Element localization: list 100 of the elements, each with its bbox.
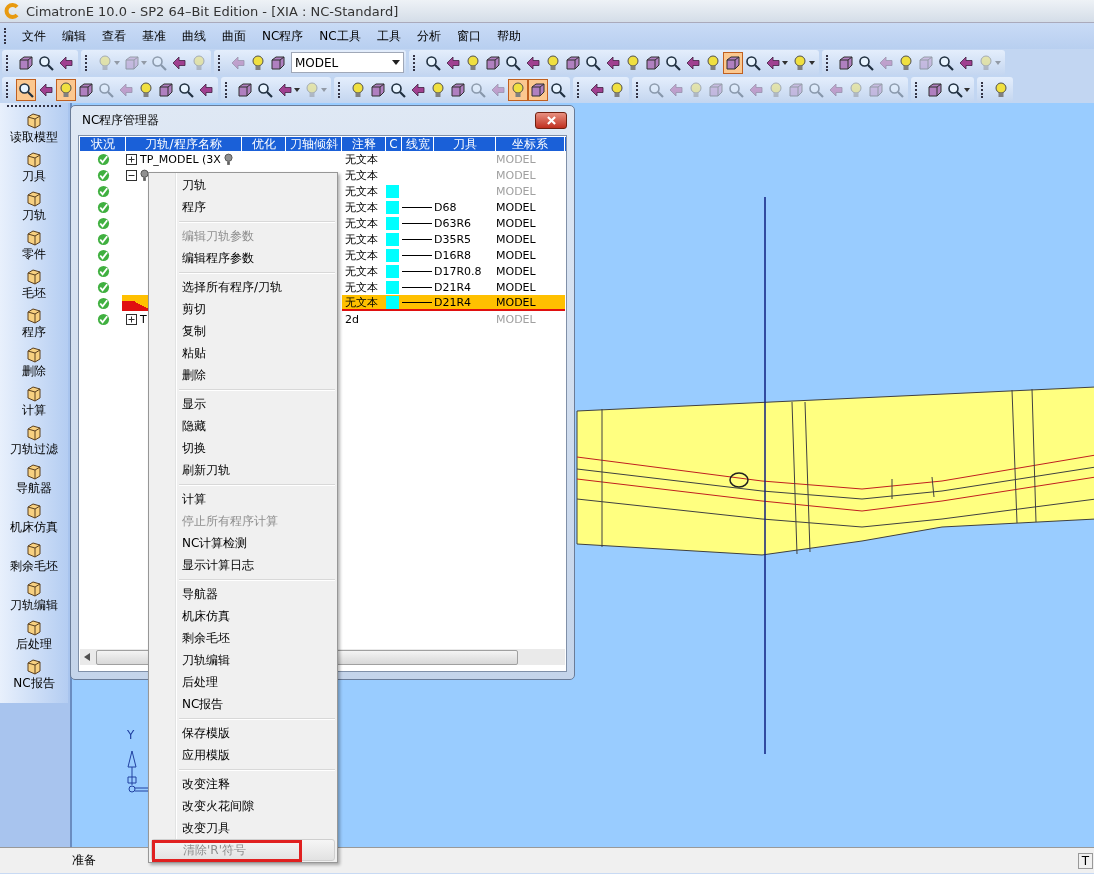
plus-box-icon[interactable] (126, 153, 137, 165)
sidebar-button[interactable]: 删除 (22, 347, 46, 386)
column-header[interactable]: 状况 (80, 137, 126, 151)
toolbar-button[interactable] (528, 78, 548, 101)
menu-item[interactable]: 改变注释 (151, 773, 335, 795)
menu-item[interactable]: 保存模版 (151, 722, 335, 744)
plus-box-icon[interactable] (126, 313, 137, 325)
minus-box-icon[interactable] (126, 169, 137, 181)
toolbar-button[interactable] (16, 78, 36, 101)
tree-row[interactable]: 无文本 D21R4 MODEL (342, 279, 565, 295)
menu-item[interactable]: 剩余毛坯 (151, 627, 335, 649)
column-header[interactable]: C (386, 137, 402, 151)
bulb-icon (792, 54, 808, 71)
tree-row[interactable]: 无文本 D16R8 MODEL (342, 247, 565, 263)
bulb-icon (768, 81, 784, 98)
cube-icon (124, 54, 140, 71)
menu-item[interactable]: NC报告 (151, 693, 335, 715)
menu-item[interactable]: 基准 (134, 27, 174, 45)
menu-item[interactable]: NC工具 (311, 27, 369, 45)
check-icon (96, 200, 110, 214)
menu-item[interactable]: 改变火花间隙 (151, 795, 335, 817)
tree-row[interactable]: 无文本 D68 MODEL (342, 199, 565, 215)
cube-icon (78, 81, 94, 98)
menu-item[interactable]: 窗口 (448, 27, 489, 45)
tree-row[interactable]: 2d MODEL (342, 311, 565, 327)
menu-item[interactable]: 删除 (151, 364, 335, 386)
sidebar-button[interactable]: 机床仿真 (10, 503, 58, 542)
menu-item[interactable]: 刀轨编辑 (151, 649, 335, 671)
menu-item[interactable]: 程序 (151, 196, 335, 218)
menu-item[interactable]: 隐藏 (151, 415, 335, 437)
menu-item[interactable]: NC程序 (254, 27, 312, 45)
menu-item[interactable]: 显示计算日志 (151, 554, 335, 576)
menu-item[interactable]: 工具 (368, 27, 409, 45)
box-icon (26, 308, 42, 324)
menu-item[interactable]: 查看 (94, 27, 134, 45)
bulb-icon (304, 81, 320, 98)
sidebar-button[interactable]: 刀轨编辑 (10, 581, 58, 620)
menu-item[interactable]: 应用模版 (151, 744, 335, 766)
menu-item[interactable]: 曲面 (214, 27, 254, 45)
coordinate-system: MODEL (496, 168, 536, 182)
menu-item[interactable]: 复制 (151, 320, 335, 342)
tree-row[interactable]: 无文本 MODEL (342, 167, 565, 183)
menu-item[interactable]: 刀轨 (151, 174, 335, 196)
tree-row[interactable]: 无文本 D35R5 MODEL (342, 231, 565, 247)
column-header[interactable]: 刀具 (434, 137, 496, 151)
menu-item[interactable]: 编辑 (54, 27, 94, 45)
sidebar-button[interactable]: 读取模型 (10, 113, 58, 152)
tree-row[interactable]: 无文本 D21R4 MODEL (342, 295, 565, 311)
column-header[interactable]: 优化 (242, 137, 286, 151)
menu-item[interactable]: 文件 (14, 27, 54, 45)
column-header[interactable]: 坐标系 (496, 137, 565, 151)
arrow-icon (410, 81, 426, 98)
menu-item[interactable]: 刷新刀轨 (151, 459, 335, 481)
column-header[interactable]: 刀轴倾斜 (286, 137, 342, 151)
menu-item[interactable]: 后处理 (151, 671, 335, 693)
toolbar-button[interactable] (723, 51, 743, 74)
logo-icon (4, 3, 20, 19)
sidebar-button[interactable]: 刀具 (22, 152, 46, 191)
menu-item[interactable]: 计算 (151, 488, 335, 510)
cube-icon (158, 81, 174, 98)
menu-item[interactable]: 帮助 (488, 27, 529, 45)
sidebar-button[interactable]: 程序 (22, 308, 46, 347)
column-header[interactable]: 注释 (342, 137, 386, 151)
comment-text: 无文本 (345, 263, 378, 279)
coordinate-system: MODEL (496, 200, 536, 214)
magnifier-icon (390, 81, 406, 98)
menu-item[interactable]: 分析 (408, 27, 449, 45)
menu-item[interactable]: 机床仿真 (151, 605, 335, 627)
menu-item[interactable]: 粘贴 (151, 342, 335, 364)
sidebar-button[interactable]: 后处理 (16, 620, 52, 659)
menu-item[interactable]: 显示 (151, 393, 335, 415)
menu-item[interactable]: 编辑程序参数 (151, 247, 335, 269)
tree-row[interactable]: 无文本 MODEL (342, 183, 565, 199)
menu-item[interactable]: 曲线 (174, 27, 214, 45)
check-icon (96, 264, 110, 278)
coordinate-system: MODEL (496, 248, 536, 262)
menu-item[interactable]: 改变刀具 (151, 817, 335, 839)
sidebar-button[interactable]: 刀轨过滤 (10, 425, 58, 464)
tree-row[interactable]: 无文本 D17R0.8 MODEL (342, 263, 565, 279)
comment-text: 无文本 (345, 279, 378, 295)
close-button[interactable] (535, 112, 567, 129)
sidebar-button[interactable]: 刀轨 (22, 191, 46, 230)
arrow-icon (171, 54, 187, 71)
tree-row[interactable]: 无文本 D63R6 MODEL (342, 215, 565, 231)
sidebar-button[interactable]: 计算 (22, 386, 46, 425)
model-dropdown[interactable]: MODEL (291, 52, 404, 73)
tree-row[interactable]: 无文本 MODEL (342, 151, 565, 167)
menu-item[interactable]: 剪切 (151, 298, 335, 320)
sidebar-button[interactable]: 剩余毛坯 (10, 542, 58, 581)
sidebar-button[interactable]: 毛坯 (22, 269, 46, 308)
column-header[interactable]: 线宽 (402, 137, 434, 151)
sidebar-button[interactable]: 导航器 (16, 464, 52, 503)
sidebar-button[interactable]: 零件 (22, 230, 46, 269)
column-header[interactable]: 刀轨/程序名称 (126, 137, 242, 151)
menu-item[interactable]: NC计算检测 (151, 532, 335, 554)
menu-item[interactable]: 导航器 (151, 583, 335, 605)
left-arrow-icon[interactable] (84, 653, 90, 661)
menu-item[interactable]: 选择所有程序/刀轨 (151, 276, 335, 298)
menu-item[interactable]: 切换 (151, 437, 335, 459)
sidebar-button[interactable]: NC报告 (13, 659, 55, 698)
